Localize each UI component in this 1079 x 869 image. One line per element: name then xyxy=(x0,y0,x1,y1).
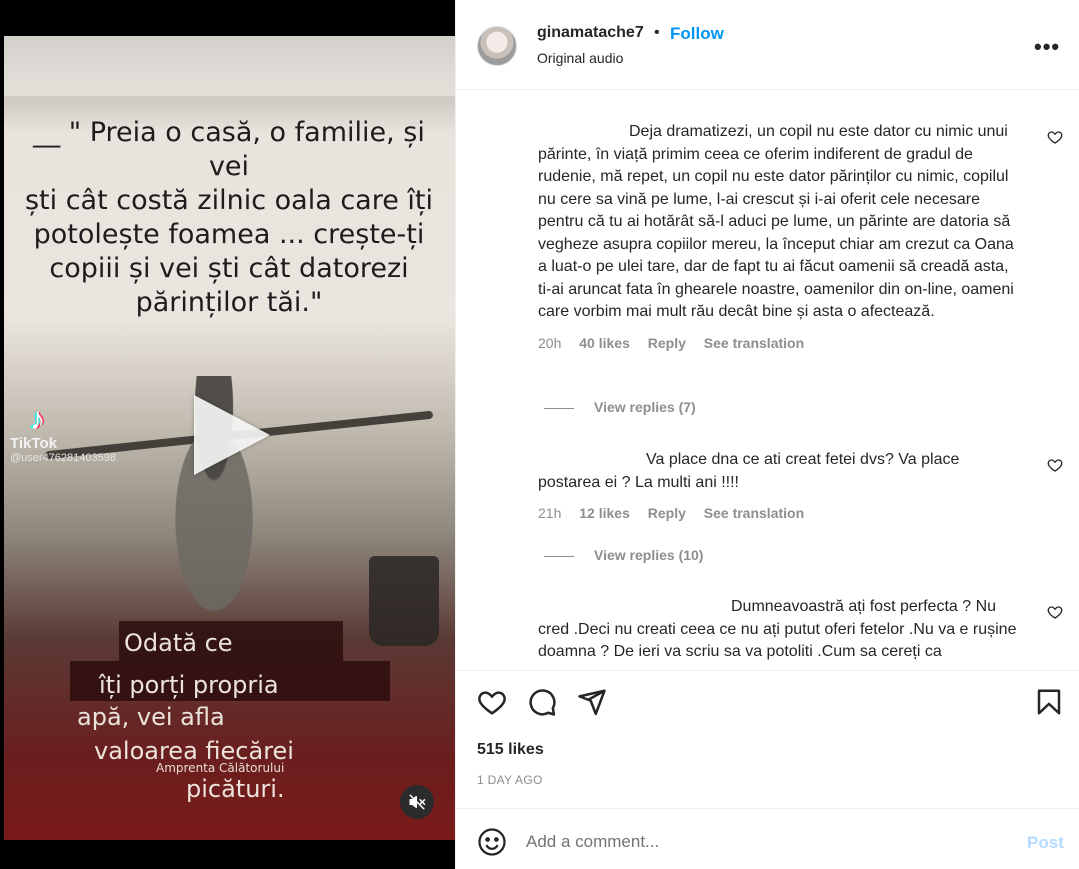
quote-line: părinților tăi." xyxy=(135,287,323,318)
comment-like-heart-icon[interactable] xyxy=(1047,129,1063,145)
caption-line: Odată ce xyxy=(124,629,233,657)
media-panel[interactable]: __ " Preia o casă, o familie, și vei ști… xyxy=(0,0,455,869)
tiktok-logo-icon: ♪ xyxy=(30,403,45,436)
follow-button[interactable]: Follow xyxy=(670,24,724,44)
view-replies-label: View replies (10) xyxy=(594,547,704,563)
quote-line: __ " Preia o casă, o familie, și vei xyxy=(33,117,425,182)
bucket-illustration xyxy=(369,556,439,646)
comment-item: Dumneavoastră ați fost perfecta ? Nu cre… xyxy=(538,596,1018,664)
reply-button[interactable]: Reply xyxy=(648,505,686,521)
comments-list[interactable]: Deja dramatizezi, un copil nu este dator… xyxy=(456,91,1079,669)
quote-line: ști cât costă zilnic oala care îți xyxy=(24,185,434,216)
post-details-panel: ginamatache7 • Follow Original audio •••… xyxy=(455,0,1079,869)
post-header: ginamatache7 • Follow Original audio ••• xyxy=(456,0,1079,90)
tiktok-watermark: ♪ TikTok @user476281403598 xyxy=(10,403,116,465)
comment-meta: 21h 12 likes Reply See translation xyxy=(538,505,1018,521)
comment-like-heart-icon[interactable] xyxy=(1047,604,1063,620)
username-link[interactable]: ginamatache7 xyxy=(537,24,644,42)
comment-input[interactable] xyxy=(526,827,1006,857)
comment-meta: 20h 40 likes Reply See translation xyxy=(538,335,1018,351)
share-icon[interactable] xyxy=(577,687,607,717)
heart-icon[interactable] xyxy=(477,687,507,717)
muted-speaker-icon[interactable] xyxy=(400,785,434,819)
view-replies-label: View replies (7) xyxy=(594,399,696,415)
tiktok-brand: TikTok xyxy=(10,435,57,452)
view-replies-button[interactable]: View replies (10) xyxy=(544,547,703,563)
add-comment-bar: Post xyxy=(456,808,1079,869)
post-actions: 515 likes 1 DAY AGO xyxy=(456,670,1079,808)
video-top-band xyxy=(4,36,455,96)
caption-line: apă, vei afla xyxy=(77,703,225,731)
comment-text: Dumneavoastră ați fost perfecta ? Nu cre… xyxy=(538,598,1017,660)
avatar[interactable] xyxy=(477,26,517,66)
bookmark-icon[interactable] xyxy=(1034,687,1064,717)
caption-line: picături. xyxy=(186,775,285,803)
likes-count[interactable]: 515 likes xyxy=(477,741,544,759)
replies-divider-line xyxy=(544,555,574,557)
comment-time: 21h xyxy=(538,505,562,521)
separator-dot: • xyxy=(654,24,660,41)
comment-item: Va place dna ce ati creat fetei dvs? Va … xyxy=(538,449,1018,521)
comment-likes[interactable]: 12 likes xyxy=(579,505,630,521)
comment-like-heart-icon[interactable] xyxy=(1047,457,1063,473)
view-replies-button[interactable]: View replies (7) xyxy=(544,399,696,415)
replies-divider-line xyxy=(544,407,574,409)
instagram-post-view: __ " Preia o casă, o familie, și vei ști… xyxy=(0,0,1079,869)
comment-item: Deja dramatizezi, un copil nu este dator… xyxy=(538,121,1018,351)
play-icon[interactable] xyxy=(194,395,270,475)
comment-text: Deja dramatizezi, un copil nu este dator… xyxy=(538,123,1014,320)
comment-likes[interactable]: 40 likes xyxy=(579,335,630,351)
quote-line: potolește foamea ... crește-ți xyxy=(33,219,425,250)
comment-text: Va place dna ce ati creat fetei dvs? Va … xyxy=(538,451,960,491)
reply-button[interactable]: Reply xyxy=(648,335,686,351)
post-timestamp[interactable]: 1 DAY AGO xyxy=(477,773,543,787)
tiktok-username: @user476281403598 xyxy=(10,452,116,464)
see-translation-button[interactable]: See translation xyxy=(704,335,804,351)
caption-line: îți porți propria xyxy=(99,671,279,699)
audio-link[interactable]: Original audio xyxy=(537,50,623,66)
quote-line: copiii și vei ști cât datorezi xyxy=(49,253,409,284)
post-button[interactable]: Post xyxy=(1027,833,1064,853)
comment-time: 20h xyxy=(538,334,562,351)
emoji-icon[interactable] xyxy=(477,827,507,857)
comment-icon[interactable] xyxy=(527,687,557,717)
video-quote-text: __ " Preia o casă, o familie, și vei ști… xyxy=(14,116,444,320)
see-translation-button[interactable]: See translation xyxy=(704,505,804,521)
more-options-icon[interactable]: ••• xyxy=(1034,34,1060,60)
